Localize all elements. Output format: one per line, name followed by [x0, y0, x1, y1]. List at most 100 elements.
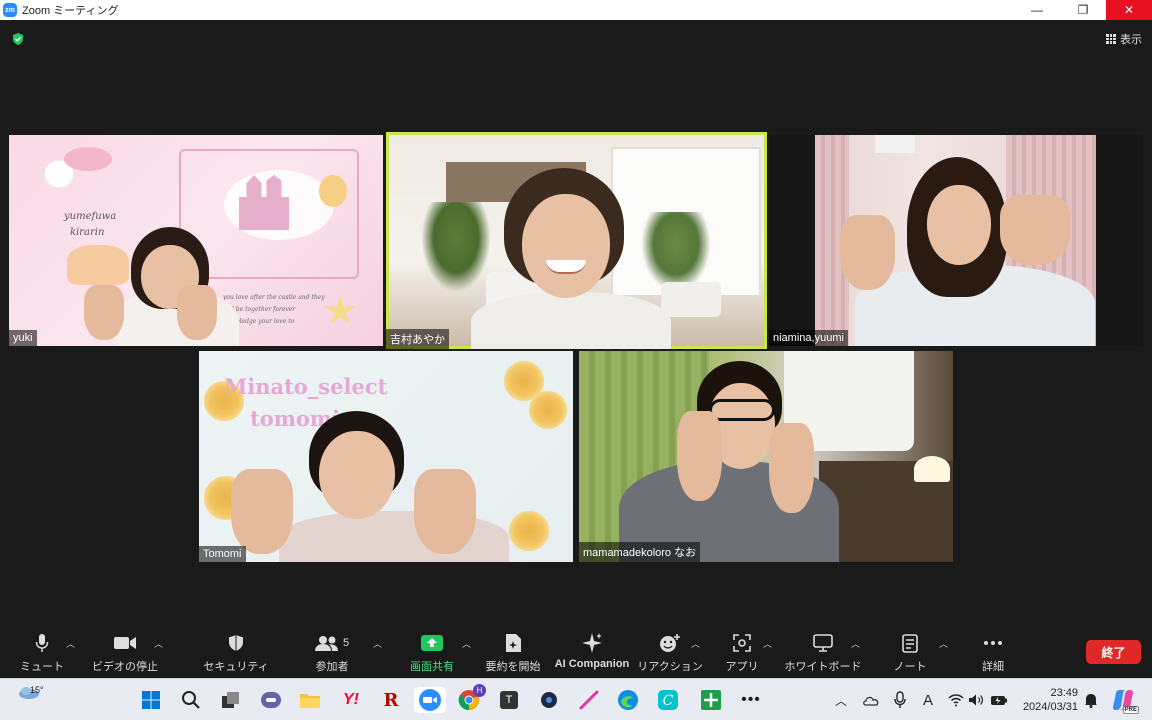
windows-icon	[142, 691, 160, 709]
app-button-text[interactable]: T	[496, 687, 522, 713]
speaker-icon	[969, 694, 983, 706]
minimize-button[interactable]: —	[1014, 0, 1060, 20]
video-tile-tomomi[interactable]: Minato_select tomomi Tomomi	[199, 351, 573, 562]
share-screen-button[interactable]: 画面共有	[408, 631, 456, 675]
task-view-button[interactable]	[218, 687, 244, 713]
apps-button[interactable]: アプリ	[726, 631, 759, 675]
start-summary-button[interactable]: 要約を開始	[484, 631, 542, 675]
participant-name: yuki	[9, 330, 37, 346]
participants-label: 参加者	[315, 661, 349, 673]
onedrive-button[interactable]	[858, 687, 884, 713]
title-bar: zm Zoom ミーティング — ❐ ✕	[0, 0, 1152, 20]
mute-button[interactable]: ミュート	[20, 631, 64, 675]
canva-button[interactable]: C	[655, 687, 681, 713]
participants-button[interactable]: 5 参加者	[310, 631, 354, 675]
participant-name: Tomomi	[199, 546, 246, 562]
spreadsheet-icon	[701, 690, 721, 710]
chevron-up-icon[interactable]: ︿	[691, 637, 700, 650]
chrome-button[interactable]: H	[456, 684, 486, 713]
app-button-record[interactable]	[536, 687, 562, 713]
close-icon: ✕	[1123, 3, 1135, 17]
battery-charging-icon	[991, 696, 1007, 705]
view-button[interactable]: 表示	[1106, 30, 1142, 48]
share-screen-icon	[421, 635, 443, 651]
taskbar-overflow-button[interactable]: •••	[738, 687, 764, 713]
rakuten-icon: R	[383, 689, 399, 711]
security-button[interactable]: セキュリティ	[203, 631, 269, 675]
close-button[interactable]: ✕	[1106, 0, 1152, 20]
shield-check-icon[interactable]	[11, 32, 25, 46]
peace-hand-left	[231, 469, 293, 554]
video-tile-mamamadekoloro[interactable]: mamamadekoloro なお	[579, 351, 953, 562]
chevron-up-icon[interactable]: ︿	[939, 637, 948, 650]
kids-decoration	[67, 245, 129, 285]
sheets-button[interactable]	[698, 687, 724, 713]
chevron-up-icon[interactable]: ︿	[154, 637, 163, 650]
chevron-up-icon[interactable]: ︿	[851, 637, 860, 650]
ime-indicator[interactable]: A	[915, 687, 941, 713]
tray-chevron-button[interactable]: ︿	[828, 687, 854, 713]
battery-button[interactable]	[986, 687, 1012, 713]
peace-hand-right	[769, 423, 814, 513]
zoom-icon	[419, 689, 441, 711]
teams-icon	[261, 692, 281, 708]
sparkle-icon	[582, 633, 602, 653]
bell-icon	[1085, 694, 1097, 708]
stop-video-button[interactable]: ビデオの停止	[92, 631, 158, 675]
svg-text:C: C	[663, 693, 674, 709]
text-app-icon: T	[500, 691, 518, 709]
notifications-button[interactable]	[1078, 687, 1104, 713]
more-button[interactable]: 詳細	[978, 631, 1008, 675]
participants-count: 5	[342, 637, 350, 649]
rakuten-button[interactable]: R	[378, 687, 404, 713]
smiley-plus-icon	[660, 634, 680, 652]
video-tile-niamina[interactable]: niamina,yuumi	[769, 135, 1143, 346]
file-explorer-button[interactable]	[297, 687, 323, 713]
onedrive-cloud-icon	[863, 696, 879, 706]
copilot-button[interactable]: PRE	[1110, 687, 1139, 714]
ai-companion-button[interactable]: AI Companion	[554, 631, 630, 675]
clock-date: 2024/03/31	[1022, 701, 1078, 713]
clock[interactable]: 23:49 2024/03/31	[1023, 686, 1078, 714]
tray-mic-button[interactable]	[887, 687, 913, 713]
lamp-decoration	[914, 456, 950, 482]
chevron-up-icon[interactable]: ︿	[66, 637, 75, 650]
restore-button[interactable]: ❐	[1060, 0, 1106, 20]
security-label: セキュリティ	[203, 661, 269, 673]
yahoo-button[interactable]: Y!	[338, 687, 364, 713]
notes-button[interactable]: ノート	[894, 631, 927, 675]
start-button[interactable]	[138, 687, 164, 713]
video-tile-yuki[interactable]: yumefuwa kirarin you love after the cast…	[9, 135, 383, 346]
chevron-up-icon[interactable]: ︿	[763, 637, 772, 650]
whiteboard-button[interactable]: ホワイトボード	[785, 631, 862, 675]
chevron-up-icon: ︿	[834, 693, 847, 708]
reactions-button[interactable]: リアクション	[637, 631, 703, 675]
window-controls: — ❐ ✕	[1014, 0, 1152, 20]
participants-icon	[314, 636, 338, 651]
peace-hand-left	[840, 215, 895, 290]
record-app-icon	[541, 692, 557, 708]
chevron-up-icon[interactable]: ︿	[373, 637, 382, 650]
end-meeting-button[interactable]: 終了	[1086, 640, 1141, 664]
chevron-up-icon[interactable]: ︿	[462, 637, 471, 650]
teams-button[interactable]	[258, 687, 284, 713]
canva-icon: C	[658, 690, 678, 710]
glasses	[709, 399, 775, 421]
wifi-icon	[948, 694, 964, 707]
search-button[interactable]	[178, 687, 204, 713]
share-screen-label: 画面共有	[410, 661, 454, 673]
video-tile-yoshimura[interactable]: 吉村あやか	[386, 132, 767, 349]
zoom-logo-icon: zm	[3, 3, 17, 17]
peace-hand-right	[1000, 195, 1070, 265]
edge-icon	[618, 690, 638, 710]
clock-time: 23:49	[1050, 687, 1078, 699]
zoom-taskbar-button[interactable]	[414, 687, 446, 713]
whiteboard-label: ホワイトボード	[784, 661, 862, 673]
edge-button[interactable]	[615, 687, 641, 713]
stop-video-label: ビデオの停止	[92, 661, 158, 673]
pen-app-button[interactable]	[576, 687, 602, 713]
background-title: yumefuwa kirarin	[64, 211, 117, 238]
microphone-icon	[35, 634, 49, 652]
weather-widget[interactable]: 15°	[18, 685, 44, 699]
window-title: Zoom ミーティング	[22, 5, 119, 17]
